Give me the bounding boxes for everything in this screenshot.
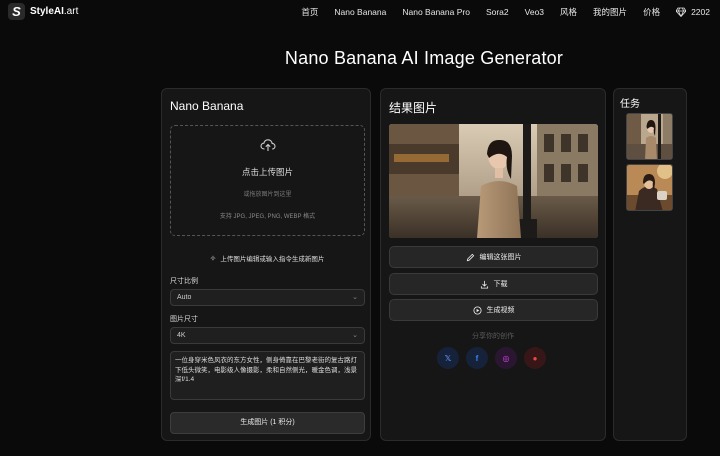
task-thumbnail-art (627, 165, 672, 210)
rednote-share-icon[interactable]: ● (524, 347, 546, 369)
nav-item-nano-banana[interactable]: Nano Banana (334, 7, 386, 17)
credits-display[interactable]: 2202 (676, 7, 710, 17)
logo-name: StyleAI (30, 6, 64, 17)
tasks-title: 任务 (620, 99, 640, 110)
facebook-share-icon[interactable]: f (466, 347, 488, 369)
upload-main-text: 点击上传图片 (241, 167, 293, 177)
play-circle-icon (472, 305, 482, 315)
nav-item-home[interactable]: 首页 (301, 6, 318, 18)
logo-mark: S (8, 3, 25, 20)
task-thumbnail[interactable] (626, 164, 673, 211)
logo-suffix: .art (63, 6, 79, 17)
download-label: 下载 (493, 281, 508, 288)
upload-hint: ✧ 上传图片编辑或输入指令生成新图片 (162, 253, 372, 263)
task-thumbnail[interactable] (626, 113, 673, 160)
diamond-icon (676, 7, 687, 17)
top-nav: S StyleAI.art 首页 Nano Banana Nano Banana… (0, 0, 720, 24)
edit-image-label: 编辑这张图片 (479, 254, 522, 261)
nav-menu: 首页 Nano Banana Nano Banana Pro Sora2 Veo… (285, 0, 710, 24)
upload-sub-text: 或拖放图片到这里 (243, 192, 292, 198)
nav-item-veo3[interactable]: Veo3 (525, 7, 544, 17)
chevron-down-icon: ⌄ (352, 294, 358, 301)
download-button[interactable]: 下载 (389, 273, 598, 295)
chevron-down-icon: ⌄ (352, 332, 358, 339)
nav-item-styles[interactable]: 风格 (560, 6, 577, 18)
nav-item-pricing[interactable]: 价格 (643, 6, 660, 18)
social-share-bar: 𝕏 f ◎ ● (437, 347, 546, 369)
cloud-upload-icon (260, 139, 276, 151)
nav-item-my-images[interactable]: 我的图片 (593, 6, 627, 18)
nav-item-nano-banana-pro[interactable]: Nano Banana Pro (402, 7, 470, 17)
generate-button[interactable]: 生成图片 (1 积分) (170, 412, 365, 434)
image-size-label: 图片尺寸 (170, 316, 198, 323)
image-size-select[interactable]: 4K ⌄ (170, 327, 365, 344)
share-label: 分享你的创作 (472, 333, 514, 340)
sparkle-icon: ✧ (209, 254, 217, 263)
upload-formats-text: 支持 JPG, JPEG, PNG, WEBP 格式 (219, 214, 316, 220)
aspect-ratio-label: 尺寸比例 (170, 278, 198, 285)
tasks-panel: 任务 (613, 88, 687, 441)
instagram-share-icon[interactable]: ◎ (495, 347, 517, 369)
generate-video-label: 生成视频 (486, 307, 515, 314)
credits-count: 2202 (691, 7, 710, 17)
aspect-ratio-value: Auto (177, 294, 192, 301)
generate-video-button[interactable]: 生成视频 (389, 299, 598, 321)
prompt-textarea[interactable]: 一位身穿米色风衣的东方女性，侧身倚靠在巴黎老街的复古路灯下低头微笑，电影级人像摄… (170, 351, 365, 400)
result-panel: 结果图片 编辑这张图片 下载 生成视频 分享你的创作 𝕏 f ◎ ● (380, 88, 606, 441)
result-image[interactable] (389, 124, 598, 238)
pencil-icon (466, 253, 474, 261)
logo[interactable]: S StyleAI.art (8, 3, 78, 20)
result-title: 结果图片 (389, 101, 438, 115)
edit-image-button[interactable]: 编辑这张图片 (389, 246, 598, 268)
logo-text: StyleAI.art (30, 6, 78, 17)
download-icon (480, 280, 488, 289)
x-share-icon[interactable]: 𝕏 (437, 347, 459, 369)
page-title: Nano Banana AI Image Generator (284, 48, 564, 68)
upload-dropzone[interactable]: 点击上传图片 或拖放图片到这里 支持 JPG, JPEG, PNG, WEBP … (170, 125, 365, 236)
nav-item-sora2[interactable]: Sora2 (486, 7, 509, 17)
aspect-ratio-select[interactable]: Auto ⌄ (170, 289, 365, 306)
generator-panel: Nano Banana 点击上传图片 或拖放图片到这里 支持 JPG, JPEG… (161, 88, 371, 441)
task-thumbnail-art (627, 114, 672, 159)
result-image-art (389, 124, 598, 238)
image-size-value: 4K (177, 332, 186, 339)
generator-title: Nano Banana (170, 99, 244, 113)
upload-hint-text: 上传图片编辑或输入指令生成新图片 (220, 256, 325, 263)
